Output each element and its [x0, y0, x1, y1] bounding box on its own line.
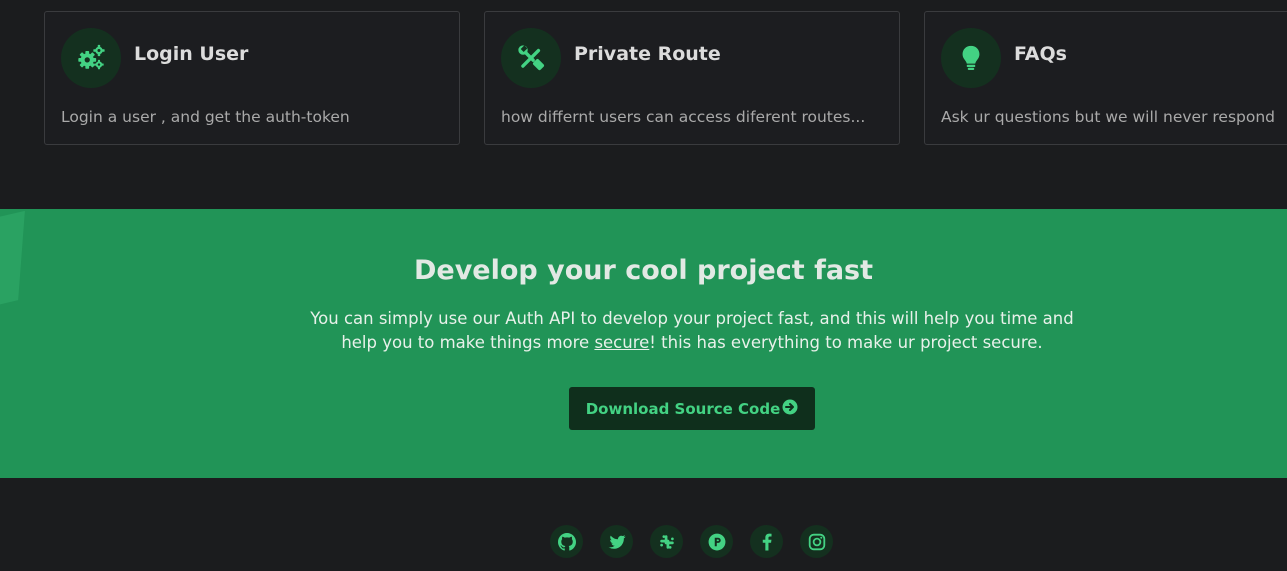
page: Login User Login a user , and get the au… — [0, 0, 1287, 571]
slack-icon[interactable] — [650, 525, 683, 558]
github-icon[interactable] — [550, 525, 583, 558]
cta-section: Develop your cool project fast You can s… — [0, 209, 1287, 478]
card-private-route[interactable]: Private Route how differnt users can acc… — [484, 11, 900, 145]
gears-icon — [61, 28, 121, 88]
download-source-code-button[interactable]: Download Source Code — [569, 387, 815, 430]
features-row: Login User Login a user , and get the au… — [0, 11, 1287, 145]
cta-title: Develop your cool project fast — [413, 255, 874, 286]
card-title: FAQs — [1014, 43, 1067, 65]
card-title: Login User — [134, 43, 249, 65]
producthunt-icon[interactable] — [700, 525, 733, 558]
card-faqs[interactable]: FAQs Ask ur questions but we will never … — [924, 11, 1287, 145]
card-description: Login a user , and get the auth-token — [61, 108, 350, 126]
card-login-user[interactable]: Login User Login a user , and get the au… — [44, 11, 460, 145]
card-title: Private Route — [574, 43, 721, 65]
lightbulb-icon — [941, 28, 1001, 88]
facebook-icon[interactable] — [750, 525, 783, 558]
twitter-icon[interactable] — [600, 525, 633, 558]
social-links — [550, 525, 833, 558]
card-description: Ask ur questions but we will never respo… — [941, 108, 1275, 126]
button-label: Download Source Code — [585, 399, 781, 418]
instagram-icon[interactable] — [800, 525, 833, 558]
arrow-circle-right-icon — [782, 399, 798, 419]
card-description: how differnt users can access diferent r… — [501, 108, 866, 126]
secure-link[interactable]: secure — [594, 333, 649, 352]
tools-icon — [501, 28, 561, 88]
cta-text-after: ! this has everything to make ur project… — [649, 333, 1043, 352]
cta-description: You can simply use our Auth API to devel… — [292, 307, 1092, 355]
